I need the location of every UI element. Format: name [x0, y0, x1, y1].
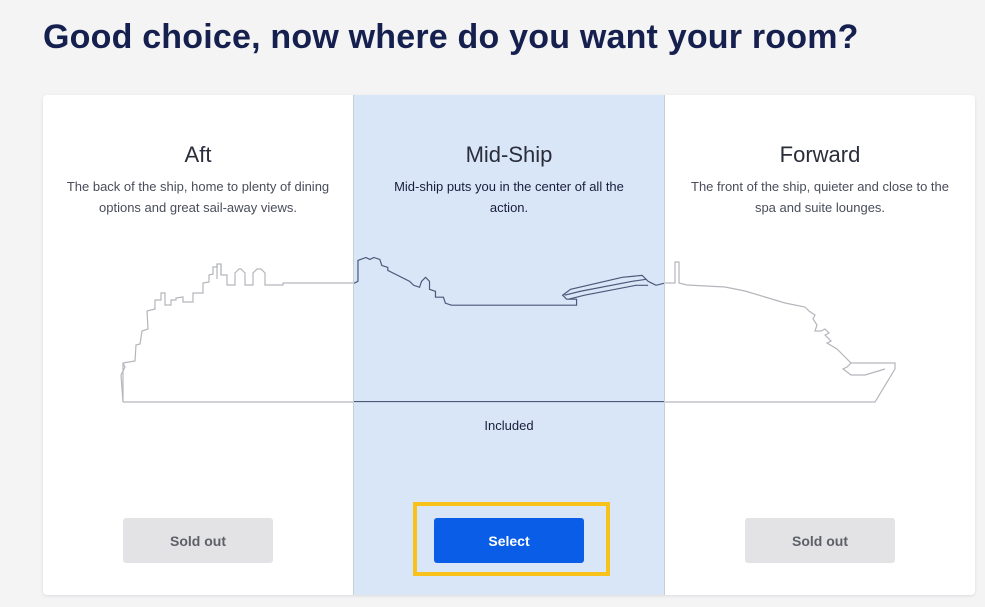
page-heading: Good choice, now where do you want your … [43, 18, 859, 56]
option-mid-ship-description: Mid-ship puts you in the center of all t… [394, 179, 624, 215]
room-location-options: Aft The back of the ship, home to plenty… [43, 95, 975, 595]
option-aft-title: Aft [184, 142, 212, 167]
option-forward-title: Forward [779, 142, 861, 167]
option-aft: Aft The back of the ship, home to plenty… [43, 95, 353, 595]
option-mid-ship: Mid-Ship Mid-ship puts you in the center… [353, 95, 665, 595]
option-mid-ship-title: Mid-Ship [465, 142, 553, 167]
aft-sold-out-button[interactable]: Sold out [123, 518, 273, 563]
mid-ship-select-button[interactable]: Select [434, 518, 584, 563]
forward-sold-out-button[interactable]: Sold out [745, 518, 895, 563]
ship-aft-illustration [120, 263, 353, 403]
option-forward-description: The front of the ship, quieter and close… [691, 179, 949, 215]
ship-mid-ship-illustration [354, 256, 664, 403]
option-aft-description: The back of the ship, home to plenty of … [66, 179, 330, 215]
option-forward: Forward The front of the ship, quieter a… [665, 95, 975, 595]
ship-forward-illustration [665, 261, 896, 403]
included-label: Included [484, 418, 534, 433]
